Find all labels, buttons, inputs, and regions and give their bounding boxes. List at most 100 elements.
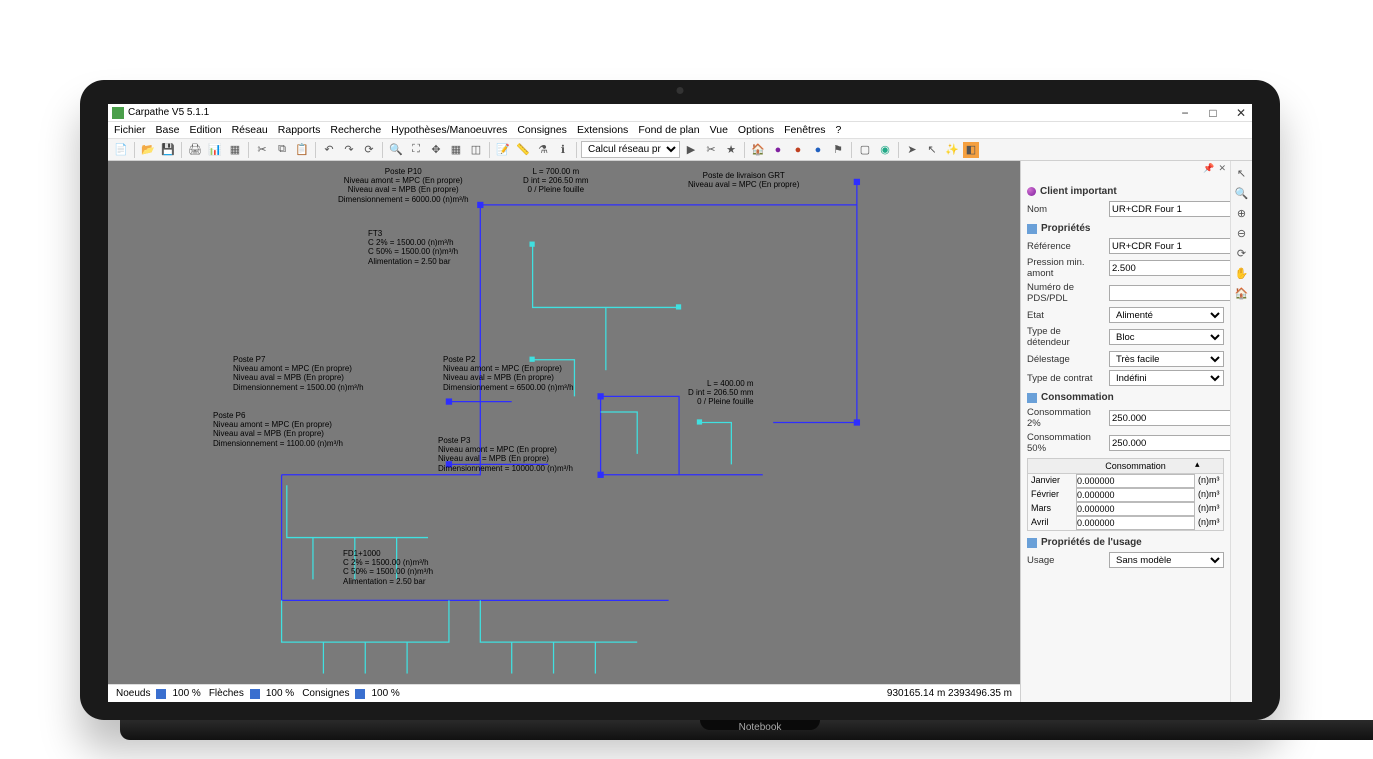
maximize-button[interactable]: □ <box>1206 106 1220 120</box>
rtool-zoom-icon[interactable]: 🔍 <box>1234 185 1250 201</box>
menu-vue[interactable]: Vue <box>710 124 728 136</box>
etat-select[interactable]: Alimenté <box>1109 307 1224 323</box>
tool-orange-icon[interactable]: ◧ <box>963 142 979 158</box>
pression-input[interactable] <box>1109 260 1230 276</box>
tool-box-icon[interactable]: ▢ <box>856 141 874 159</box>
tool-filter-icon[interactable]: ⚗ <box>534 141 552 159</box>
tool-zoom-fit-icon[interactable]: ⛶ <box>407 141 425 159</box>
tool-star-icon[interactable]: ★ <box>722 141 740 159</box>
menu-fichier[interactable]: Fichier <box>114 124 146 136</box>
menu-rapports[interactable]: Rapports <box>278 124 321 136</box>
label-p6-l1: Niveau amont = MPC (En propre) <box>213 420 343 429</box>
month-value-input[interactable] <box>1076 474 1195 488</box>
tool-green-icon[interactable]: ◉ <box>876 141 894 159</box>
tool-info-icon[interactable]: ℹ <box>554 141 572 159</box>
app-icon <box>112 107 124 119</box>
panel-close-icon[interactable]: ✕ <box>1218 163 1226 174</box>
tool-node-icon[interactable]: ● <box>769 141 787 159</box>
tool-open-icon[interactable]: 📂 <box>139 141 157 159</box>
tool-arrow-icon[interactable]: ➤ <box>903 141 921 159</box>
pds-input[interactable] <box>1109 285 1230 301</box>
rtool-zoom-out-icon[interactable]: ⊖ <box>1234 225 1250 241</box>
close-button[interactable]: ✕ <box>1234 106 1248 120</box>
tool-wand-icon[interactable]: ✨ <box>943 141 961 159</box>
tool-layers-icon[interactable]: ▦ <box>226 141 244 159</box>
tool-pipe-icon[interactable]: ● <box>789 141 807 159</box>
label-pipe-top-l2: D int = 206.50 mm <box>523 176 589 185</box>
menu-consignes[interactable]: Consignes <box>517 124 567 136</box>
tool-chart-icon[interactable]: 📊 <box>206 141 224 159</box>
label-grt-l1: Niveau aval = MPC (En propre) <box>688 180 799 189</box>
client-bullet-icon <box>1027 187 1036 196</box>
tool-undo-icon[interactable]: ↶ <box>320 141 338 159</box>
tool-pan-icon[interactable]: ✥ <box>427 141 445 159</box>
tool-window-icon[interactable]: ◫ <box>467 141 485 159</box>
menu-reseau[interactable]: Réseau <box>232 124 268 136</box>
usage-label: Usage <box>1027 555 1105 566</box>
tool-grid-icon[interactable]: ▦ <box>447 141 465 159</box>
reference-input[interactable] <box>1109 238 1230 254</box>
menu-hypotheses[interactable]: Hypothèses/Manoeuvres <box>391 124 507 136</box>
label-ft3-l1: C 2% = 1500.00 (n)m³/h <box>368 238 458 247</box>
rtool-arrow-icon[interactable]: ↖ <box>1234 165 1250 181</box>
conso50-input[interactable] <box>1109 435 1230 451</box>
month-value-input[interactable] <box>1076 488 1195 502</box>
rtool-rotate-icon[interactable]: ⟳ <box>1234 245 1250 261</box>
menu-options[interactable]: Options <box>738 124 774 136</box>
tool-run-icon[interactable]: ▶ <box>682 141 700 159</box>
calc-mode-select[interactable]: Calcul réseau pr <box>581 141 680 158</box>
tool-new-icon[interactable]: 📄 <box>112 141 130 159</box>
minimize-button[interactable]: − <box>1178 106 1192 120</box>
tool-note-icon[interactable]: 📝 <box>494 141 512 159</box>
conso2-label: Consommation 2% <box>1027 407 1105 429</box>
month-value-input[interactable] <box>1076 516 1195 530</box>
label-p7-l3: Dimensionnement = 1500.00 (n)m³/h <box>233 383 364 392</box>
menu-fond-de-plan[interactable]: Fond de plan <box>638 124 699 136</box>
label-ft3-title: FT3 <box>368 229 458 238</box>
menu-recherche[interactable]: Recherche <box>330 124 381 136</box>
conso-section-icon <box>1027 393 1037 403</box>
month-unit: (n)m³ <box>1195 516 1223 530</box>
tool-flag-icon[interactable]: ⚑ <box>829 141 847 159</box>
tool-cut-icon[interactable]: ✂ <box>253 141 271 159</box>
detendeur-select[interactable]: Bloc <box>1109 329 1224 345</box>
menu-edition[interactable]: Edition <box>189 124 221 136</box>
tool-scissors-icon[interactable]: ✂ <box>702 141 720 159</box>
delestage-select[interactable]: Très facile <box>1109 351 1224 367</box>
tool-save-icon[interactable]: 💾 <box>159 141 177 159</box>
menu-help[interactable]: ? <box>836 124 842 136</box>
tool-print-icon[interactable]: 🖨 <box>186 141 204 159</box>
label-pipe-top-l1: L = 700.00 m <box>523 167 589 176</box>
tool-zoom-in-icon[interactable]: 🔍 <box>387 141 405 159</box>
status-consignes-label: Consignes <box>302 688 349 699</box>
tool-pointer-icon[interactable]: ↖ <box>923 141 941 159</box>
rtool-home-icon[interactable]: 🏠 <box>1234 285 1250 301</box>
rtool-zoom-in-icon[interactable]: ⊕ <box>1234 205 1250 221</box>
tool-redo-icon[interactable]: ↷ <box>340 141 358 159</box>
section-client-title: Client important <box>1040 186 1117 197</box>
tool-measure-icon[interactable]: 📏 <box>514 141 532 159</box>
label-p3-l2: Niveau aval = MPB (En propre) <box>438 454 573 463</box>
tool-copy-icon[interactable]: ⧉ <box>273 141 291 159</box>
conso2-input[interactable] <box>1109 410 1230 426</box>
scroll-up-icon[interactable]: ▴ <box>1195 459 1223 473</box>
tool-refresh-icon[interactable]: ⟳ <box>360 141 378 159</box>
tool-paste-icon[interactable]: 📋 <box>293 141 311 159</box>
usage-select[interactable]: Sans modèle <box>1109 552 1224 568</box>
label-pipe-right-l3: 0 / Pleine fouille <box>688 397 754 406</box>
panel-pin-icon[interactable]: 📌 <box>1203 163 1214 174</box>
label-p2-l3: Dimensionnement = 6500.00 (n)m³/h <box>443 383 574 392</box>
menu-extensions[interactable]: Extensions <box>577 124 628 136</box>
tool-home-icon[interactable]: 🏠 <box>749 141 767 159</box>
label-p6-title: Poste P6 <box>213 411 343 420</box>
menu-base[interactable]: Base <box>156 124 180 136</box>
tool-valve-icon[interactable]: ● <box>809 141 827 159</box>
label-p10-title: Poste P10 <box>338 167 469 176</box>
nom-input[interactable] <box>1109 201 1230 217</box>
contrat-select[interactable]: Indéfini <box>1109 370 1224 386</box>
menu-fenetres[interactable]: Fenêtres <box>784 124 825 136</box>
month-value-input[interactable] <box>1076 502 1195 516</box>
network-canvas[interactable]: Poste P10 Niveau amont = MPC (En propre)… <box>108 161 1020 684</box>
rtool-hand-icon[interactable]: ✋ <box>1234 265 1250 281</box>
right-toolbar: ↖ 🔍 ⊕ ⊖ ⟳ ✋ 🏠 <box>1230 161 1252 702</box>
